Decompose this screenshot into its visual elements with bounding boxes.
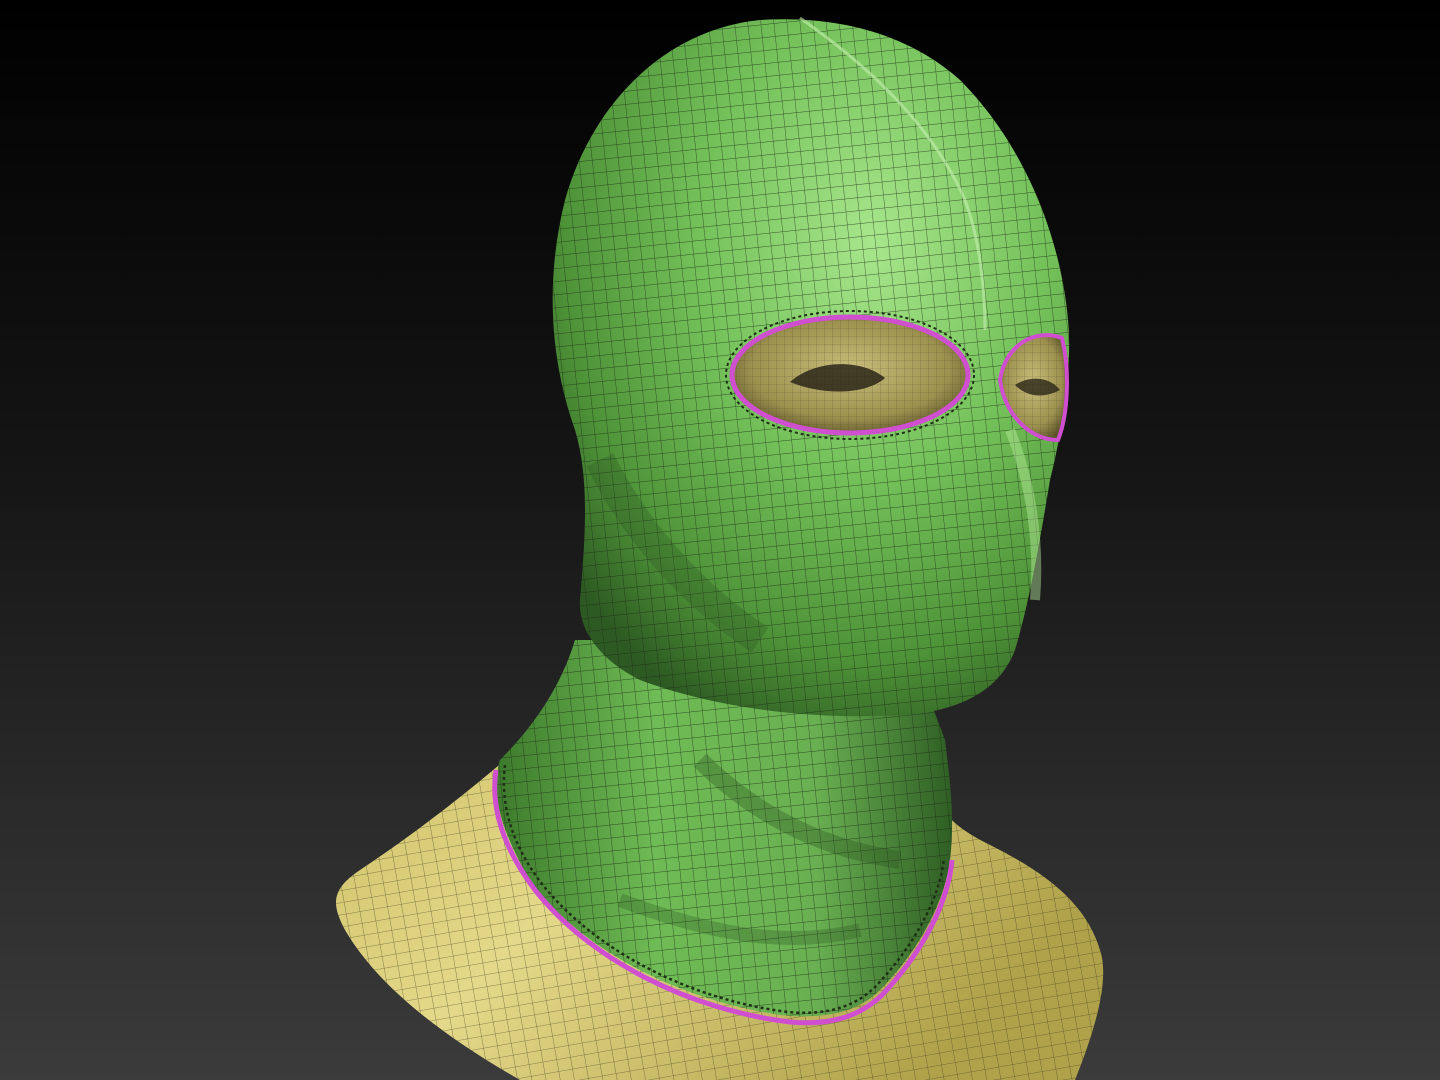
render-viewport: [0, 0, 1440, 1080]
balaclava-render: [335, 16, 1104, 1080]
